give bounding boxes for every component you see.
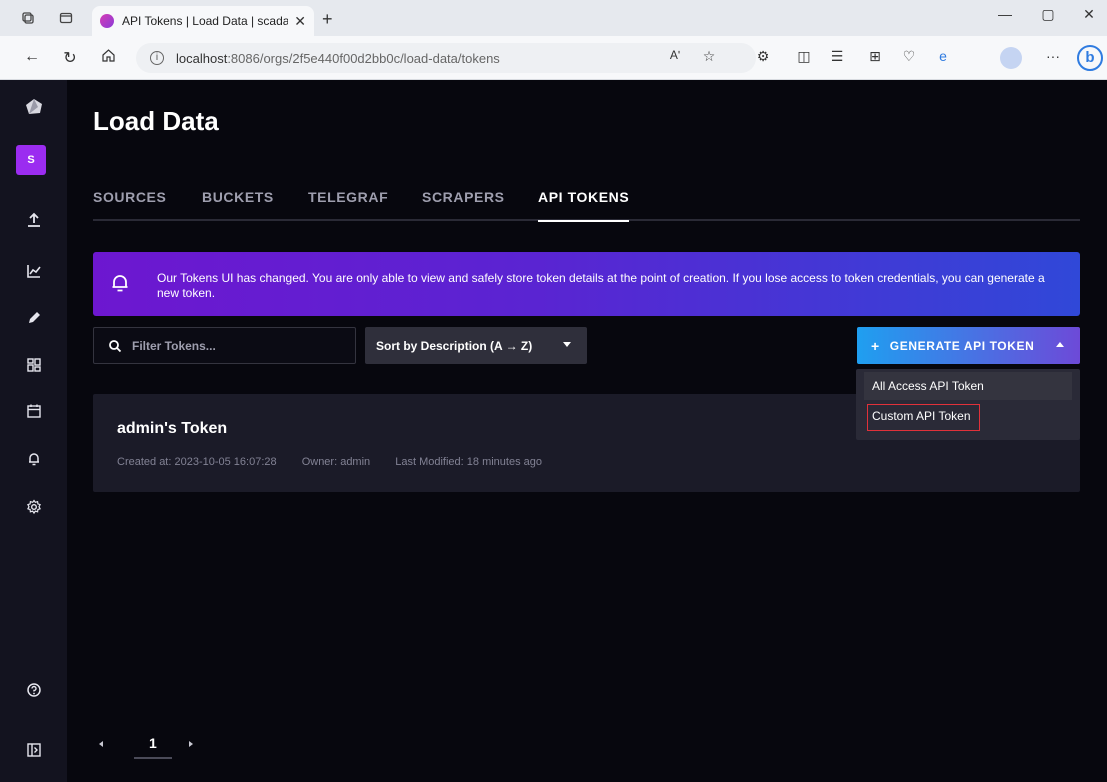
extensions-icon[interactable]: ⚙	[752, 48, 774, 65]
favorite-star-icon[interactable]: ☆	[698, 48, 720, 65]
influxdb-favicon-icon	[100, 14, 114, 28]
notice-bell-icon	[109, 272, 131, 294]
home-icon[interactable]	[98, 48, 118, 68]
window-close-icon[interactable]: ✕	[1074, 6, 1104, 23]
load-data-icon[interactable]	[0, 200, 67, 240]
caret-up-icon	[1056, 342, 1064, 347]
tab-buckets[interactable]: BUCKETS	[202, 189, 274, 205]
alerts-bell-icon[interactable]	[0, 439, 67, 479]
token-last-modified: Last Modified: 18 minutes ago	[395, 456, 542, 468]
tab-api-tokens[interactable]: API TOKENS	[538, 189, 630, 222]
browser-tab-title: API Tokens | Load Data | scada | I	[122, 14, 289, 28]
new-tab-icon[interactable]: +	[322, 9, 333, 30]
url-field[interactable]: i localhost:8086/orgs/2f5e440f00d2bb0c/l…	[136, 43, 756, 73]
current-page-number[interactable]: 1	[149, 735, 157, 751]
sort-dropdown[interactable]: Sort by Description (A → Z)	[365, 327, 587, 364]
site-info-icon[interactable]: i	[150, 51, 164, 65]
tab-scrapers[interactable]: SCRAPERS	[422, 189, 505, 205]
tab-actions-icon[interactable]	[56, 8, 76, 28]
sort-label: Sort by Description (A → Z)	[376, 338, 533, 353]
read-aloud-icon[interactable]: Aʹ	[664, 48, 686, 62]
load-data-tabs: SOURCES BUCKETS TELEGRAF SCRAPERS API TO…	[93, 183, 1080, 222]
filter-tokens-input[interactable]	[132, 338, 352, 353]
plus-icon: +	[871, 337, 880, 354]
browser-essentials-icon[interactable]: ♡	[898, 48, 920, 65]
tasks-calendar-icon[interactable]	[0, 391, 67, 431]
token-owner: Owner: admin	[301, 456, 371, 468]
notebooks-pencil-icon[interactable]	[0, 298, 67, 338]
generate-token-menu: All Access API Token Custom API Token	[856, 369, 1080, 440]
expand-sidebar-icon[interactable]	[0, 730, 67, 770]
sidebar: S	[0, 80, 67, 782]
maximize-icon[interactable]: ▢	[1033, 6, 1063, 23]
page-title: Load Data	[93, 106, 219, 136]
close-tab-icon[interactable]: ✕	[294, 13, 306, 30]
bing-copilot-icon[interactable]: b	[1077, 45, 1103, 71]
org-avatar[interactable]: S	[16, 145, 46, 175]
filter-tokens-field[interactable]	[93, 327, 356, 364]
dashboards-icon[interactable]	[0, 345, 67, 385]
caret-down-icon	[563, 342, 571, 347]
workspaces-icon[interactable]	[18, 8, 38, 28]
current-page-indicator	[134, 757, 172, 759]
refresh-icon[interactable]: ↻	[60, 48, 80, 68]
profile-avatar[interactable]	[1000, 47, 1022, 69]
back-icon[interactable]: ←	[22, 48, 42, 66]
search-icon	[108, 339, 122, 353]
split-screen-icon[interactable]: ◫	[793, 48, 815, 65]
url-text: localhost:8086/orgs/2f5e440f00d2bb0c/loa…	[176, 50, 500, 66]
menu-item-all-access-token[interactable]: All Access API Token	[864, 372, 1072, 400]
generate-api-token-button[interactable]: + GENERATE API TOKEN	[857, 327, 1080, 364]
address-bar-row: ← ↻ i localhost:8086/orgs/2f5e440f00d2bb…	[0, 36, 1107, 80]
banner-message: Our Tokens UI has changed. You are only …	[157, 271, 1045, 300]
token-created-at: Created at: 2023-10-05 16:07:28	[117, 456, 277, 468]
help-icon[interactable]	[0, 670, 67, 710]
next-page-icon[interactable]	[189, 741, 193, 747]
data-explorer-icon[interactable]	[0, 251, 67, 291]
edge-icon[interactable]: e	[932, 48, 954, 64]
favorites-list-icon[interactable]: ☰	[826, 48, 848, 65]
collections-icon[interactable]: ⊞	[864, 48, 886, 65]
browser-tab-bar: API Tokens | Load Data | scada | I ✕ + —…	[0, 0, 1107, 36]
influxdb-logo-icon[interactable]	[0, 87, 67, 127]
menu-item-custom-token[interactable]: Custom API Token	[864, 402, 1072, 431]
more-options-icon[interactable]: ···	[1042, 48, 1064, 64]
settings-gear-icon[interactable]	[0, 487, 67, 527]
tab-telegraf[interactable]: TELEGRAF	[308, 189, 388, 205]
browser-tab-active[interactable]: API Tokens | Load Data | scada | I ✕	[92, 6, 314, 36]
prev-page-icon[interactable]	[99, 741, 103, 747]
tokens-ui-notice-banner: Our Tokens UI has changed. You are only …	[93, 252, 1080, 316]
tab-sources[interactable]: SOURCES	[93, 189, 166, 205]
minimize-icon[interactable]: —	[990, 6, 1020, 22]
pagination: 1	[93, 735, 213, 765]
token-meta: Created at: 2023-10-05 16:07:28 Owner: a…	[117, 456, 564, 468]
token-name[interactable]: admin's Token	[117, 420, 227, 438]
generate-api-token-label: GENERATE API TOKEN	[889, 338, 1035, 353]
influxdb-app: S Load Data SOURCES BUCKETS TELEGRAF SCR…	[0, 80, 1107, 782]
